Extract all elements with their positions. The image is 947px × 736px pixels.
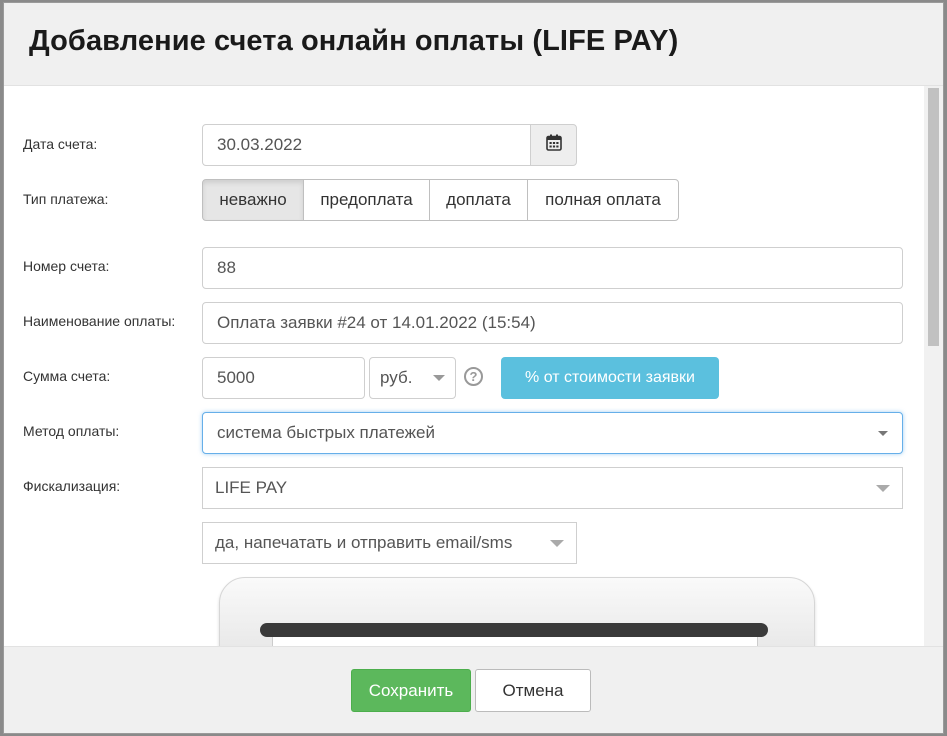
- payment-method-select[interactable]: система быстрых платежей: [202, 412, 903, 454]
- chevron-down-icon: [878, 430, 888, 436]
- payment-type-label: Тип платежа:: [23, 191, 109, 207]
- payment-method-value: система быстрых платежей: [217, 423, 435, 442]
- invoice-number-label: Номер счета:: [23, 258, 110, 274]
- amount-input[interactable]: 5000: [202, 357, 365, 399]
- fiscalization-provider-select[interactable]: LIFE PAY: [202, 467, 903, 509]
- payment-name-input[interactable]: Оплата заявки #24 от 14.01.2022 (15:54): [202, 302, 903, 344]
- dialog-body: Дата счета: 30.03.2022 Тип платежа: нева…: [4, 86, 943, 646]
- percent-of-order-button[interactable]: % от стоимости заявки: [501, 357, 719, 399]
- dialog-header: Добавление счета онлайн оплаты (LIFE PAY…: [4, 3, 943, 86]
- help-icon[interactable]: ?: [464, 367, 483, 386]
- scrollbar-track[interactable]: [924, 86, 943, 646]
- payment-name-value: Оплата заявки #24 от 14.01.2022 (15:54): [217, 313, 536, 332]
- payment-type-group: неважно предоплата доплата полная оплата: [202, 179, 679, 221]
- calendar-button[interactable]: [530, 124, 577, 166]
- amount-label: Сумма счета:: [23, 368, 111, 384]
- receipt-option-value: да, напечатать и отправить email/sms: [215, 533, 513, 552]
- invoice-number-input[interactable]: 88: [202, 247, 903, 289]
- fiscalization-provider-value: LIFE PAY: [215, 478, 288, 497]
- invoice-date-value: 30.03.2022: [217, 135, 303, 154]
- dialog-footer: Сохранить Отмена: [4, 646, 943, 733]
- receipt-printer-illustration: [219, 577, 815, 646]
- payment-type-option-any[interactable]: неважно: [202, 179, 304, 221]
- payment-type-option-surcharge[interactable]: доплата: [429, 179, 528, 221]
- currency-value: руб.: [380, 368, 413, 387]
- receipt-option-select[interactable]: да, напечатать и отправить email/sms: [202, 522, 577, 564]
- dialog-title: Добавление счета онлайн оплаты (LIFE PAY…: [29, 25, 679, 57]
- printer-slot: [260, 623, 768, 637]
- currency-select[interactable]: руб.: [369, 357, 456, 399]
- invoice-dialog: Добавление счета онлайн оплаты (LIFE PAY…: [3, 2, 944, 734]
- payment-method-label: Метод оплаты:: [23, 423, 120, 439]
- amount-value: 5000: [217, 368, 255, 387]
- scrollbar-thumb[interactable]: [928, 88, 939, 346]
- chevron-down-icon: [550, 539, 564, 547]
- invoice-number-value: 88: [217, 258, 236, 277]
- save-button[interactable]: Сохранить: [351, 669, 471, 712]
- fiscalization-label: Фискализация:: [23, 478, 121, 494]
- cancel-button[interactable]: Отмена: [475, 669, 591, 712]
- payment-type-option-full[interactable]: полная оплата: [527, 179, 679, 221]
- chevron-down-icon: [876, 484, 890, 492]
- invoice-date-input[interactable]: 30.03.2022: [202, 124, 531, 166]
- chevron-down-icon: [433, 375, 445, 381]
- payment-type-option-prepayment[interactable]: предоплата: [303, 179, 430, 221]
- calendar-icon: [545, 134, 562, 156]
- invoice-date-label: Дата счета:: [23, 136, 98, 152]
- payment-name-label: Наименование оплаты:: [23, 313, 176, 329]
